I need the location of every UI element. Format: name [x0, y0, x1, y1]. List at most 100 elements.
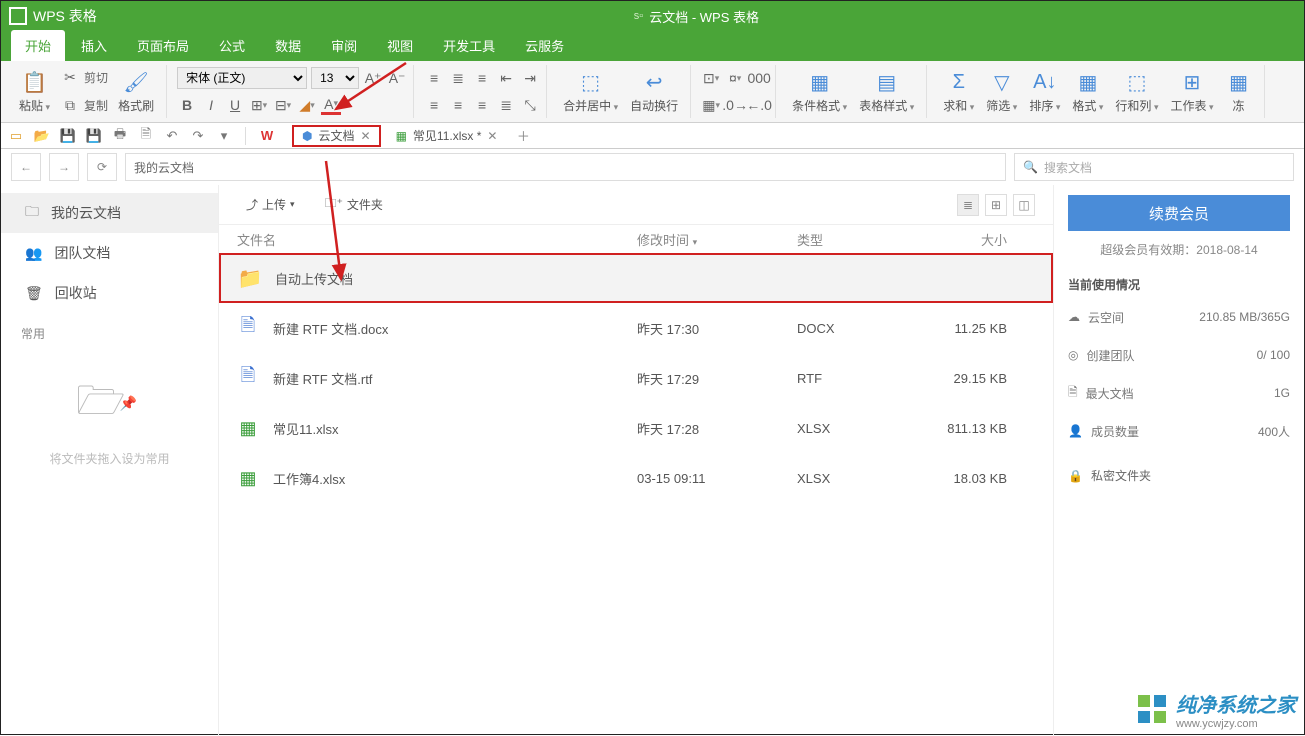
font-color-icon[interactable]: A	[321, 95, 341, 115]
format-icon: ▦	[1075, 69, 1101, 95]
indent-inc-icon[interactable]: ⇥	[520, 68, 540, 88]
saveas-icon[interactable]: 💾	[85, 127, 103, 145]
align-right-icon[interactable]: ≡	[472, 95, 492, 115]
menu-cloud[interactable]: 云服务	[511, 30, 578, 61]
chevron-down-icon: ▾	[693, 237, 698, 247]
folder-icon: 🗀	[25, 201, 39, 225]
font-shrink-icon[interactable]: A⁻	[387, 68, 407, 88]
align-top-icon[interactable]: ≡	[424, 68, 444, 88]
renew-button[interactable]: 续费会员	[1068, 195, 1290, 231]
worksheet-button[interactable]: ⊞工作表	[1164, 65, 1219, 118]
main: ⤴上传▾ 🗀⁺文件夹 ≣ ⊞ ◫ 文件名 修改时间 ▾ 类型 大小 📁自动上传文…	[219, 185, 1054, 736]
close-icon[interactable]: ✕	[361, 129, 371, 143]
fill-color-icon[interactable]: ◢	[297, 95, 317, 115]
back-button[interactable]: ←	[11, 153, 41, 181]
sidebar-item-team[interactable]: 👥团队文档	[1, 233, 218, 273]
bold-icon[interactable]: B	[177, 95, 197, 115]
format-button[interactable]: ▦格式	[1066, 65, 1109, 118]
indent-dec-icon[interactable]: ⇤	[496, 68, 516, 88]
align-center-icon[interactable]: ≡	[448, 95, 468, 115]
font-family-select[interactable]: 宋体 (正文)	[177, 67, 307, 89]
file-row[interactable]: 📁自动上传文档	[219, 253, 1053, 303]
align-bot-icon[interactable]: ≡	[472, 68, 492, 88]
border-icon[interactable]: ⊞	[249, 95, 269, 115]
view-list-button[interactable]: ≣	[957, 194, 979, 216]
cell-style-icon[interactable]: ▦	[701, 95, 721, 115]
border2-icon[interactable]: ⊟	[273, 95, 293, 115]
currency-icon[interactable]: ¤	[725, 68, 745, 88]
undo-icon[interactable]: ↶	[163, 127, 181, 145]
align-mid-icon[interactable]: ≣	[448, 68, 468, 88]
sidebar-item-recycle[interactable]: 🗑回收站	[1, 273, 218, 313]
forward-button[interactable]: →	[49, 153, 79, 181]
path-box[interactable]: 我的云文档	[125, 153, 1006, 181]
merge-button[interactable]: ⬚合并居中	[557, 65, 624, 118]
wrap-button[interactable]: ↩自动换行	[624, 65, 684, 118]
view-grid-button[interactable]: ⊞	[985, 194, 1007, 216]
font-grow-icon[interactable]: A⁺	[363, 68, 383, 88]
file-row[interactable]: ▦常见11.xlsx昨天 17:28XLSX811.13 KB	[219, 403, 1053, 453]
cut-button[interactable]: ✂剪切	[60, 65, 108, 91]
font-size-select[interactable]: 13	[311, 67, 359, 89]
newfolder-button[interactable]: 🗀⁺文件夹	[316, 189, 392, 220]
add-tab-icon[interactable]: ＋	[514, 127, 532, 145]
menu-devtools[interactable]: 开发工具	[429, 30, 509, 61]
dec-inc-icon[interactable]: .0→	[725, 95, 745, 115]
paste-button[interactable]: 📋 粘贴	[13, 69, 56, 114]
tablestyle-button[interactable]: ▤表格样式	[853, 65, 920, 118]
file-row[interactable]: 🗎新建 RTF 文档.rtf昨天 17:29RTF29.15 KB	[219, 353, 1053, 403]
menu-review[interactable]: 审阅	[317, 30, 371, 61]
filter-button[interactable]: ▽筛选	[980, 65, 1023, 118]
col-name[interactable]: 文件名	[237, 230, 637, 249]
file-row[interactable]: ▦工作簿4.xlsx03-15 09:11XLSX18.03 KB	[219, 453, 1053, 503]
freeze-button[interactable]: ▦冻	[1220, 65, 1258, 118]
underline-icon[interactable]: U	[225, 95, 245, 115]
thousand-icon[interactable]: 000	[749, 68, 769, 88]
preview-icon[interactable]: 🗎	[137, 127, 155, 145]
menu-data[interactable]: 数据	[261, 30, 315, 61]
dropzone[interactable]: 🗁📌 将文件夹拖入设为常用	[1, 372, 218, 467]
menu-start[interactable]: 开始	[11, 30, 65, 61]
sort-button[interactable]: A↓排序	[1023, 65, 1066, 118]
close-icon[interactable]: ✕	[487, 129, 497, 143]
col-type[interactable]: 类型	[797, 230, 907, 249]
more-icon[interactable]: ▾	[215, 127, 233, 145]
condfmt-button[interactable]: ▦条件格式	[786, 65, 853, 118]
italic-icon[interactable]: I	[201, 95, 221, 115]
tab-cloud[interactable]: ⬢ 云文档 ✕	[292, 125, 381, 147]
upload-button[interactable]: ⤴上传▾	[237, 191, 304, 218]
open-icon[interactable]: 📂	[33, 127, 51, 145]
redo-icon[interactable]: ↷	[189, 127, 207, 145]
view-panel-button[interactable]: ◫	[1013, 194, 1035, 216]
menu-formula[interactable]: 公式	[205, 30, 259, 61]
sidebar-item-mydocs[interactable]: 🗀我的云文档	[1, 193, 218, 233]
rowcol-button[interactable]: ⬚行和列	[1109, 65, 1164, 118]
new-icon[interactable]: ▭	[7, 127, 25, 145]
formatpainter-button[interactable]: 🖌 格式刷	[112, 69, 160, 114]
refresh-button[interactable]: ⟳	[87, 153, 117, 181]
print-icon[interactable]: 🖶	[111, 127, 129, 145]
search-box[interactable]: 🔍 搜索文档	[1014, 153, 1294, 181]
col-size[interactable]: 大小	[907, 230, 1007, 249]
rowcol-icon: ⬚	[1124, 69, 1150, 95]
wps-logo-icon[interactable]: W	[258, 127, 276, 145]
menubar: 开始 插入 页面布局 公式 数据 审阅 视图 开发工具 云服务	[1, 31, 1304, 61]
menu-layout[interactable]: 页面布局	[123, 30, 203, 61]
file-row[interactable]: 🗎新建 RTF 文档.docx昨天 17:30DOCX11.25 KB	[219, 303, 1053, 353]
save-icon[interactable]: 💾	[59, 127, 77, 145]
user-icon: 👤	[1068, 424, 1083, 438]
tab-file2[interactable]: ▦ 常见11.xlsx * ✕	[387, 125, 507, 147]
file-size: 811.13 KB	[907, 421, 1007, 436]
wrap-icon: ↩	[641, 69, 667, 95]
copy-button[interactable]: ⧉复制	[60, 93, 108, 119]
menu-view[interactable]: 视图	[373, 30, 427, 61]
number-format-icon[interactable]: ⊡	[701, 68, 721, 88]
col-time[interactable]: 修改时间 ▾	[637, 230, 797, 249]
menu-insert[interactable]: 插入	[67, 30, 121, 61]
dec-dec-icon[interactable]: ←.0	[749, 95, 769, 115]
private-folder[interactable]: 🔒私密文件夹	[1068, 467, 1290, 484]
orient-icon[interactable]: ⤡	[520, 95, 540, 115]
align-just-icon[interactable]: ≣	[496, 95, 516, 115]
sum-button[interactable]: Σ求和	[937, 65, 980, 118]
align-left-icon[interactable]: ≡	[424, 95, 444, 115]
